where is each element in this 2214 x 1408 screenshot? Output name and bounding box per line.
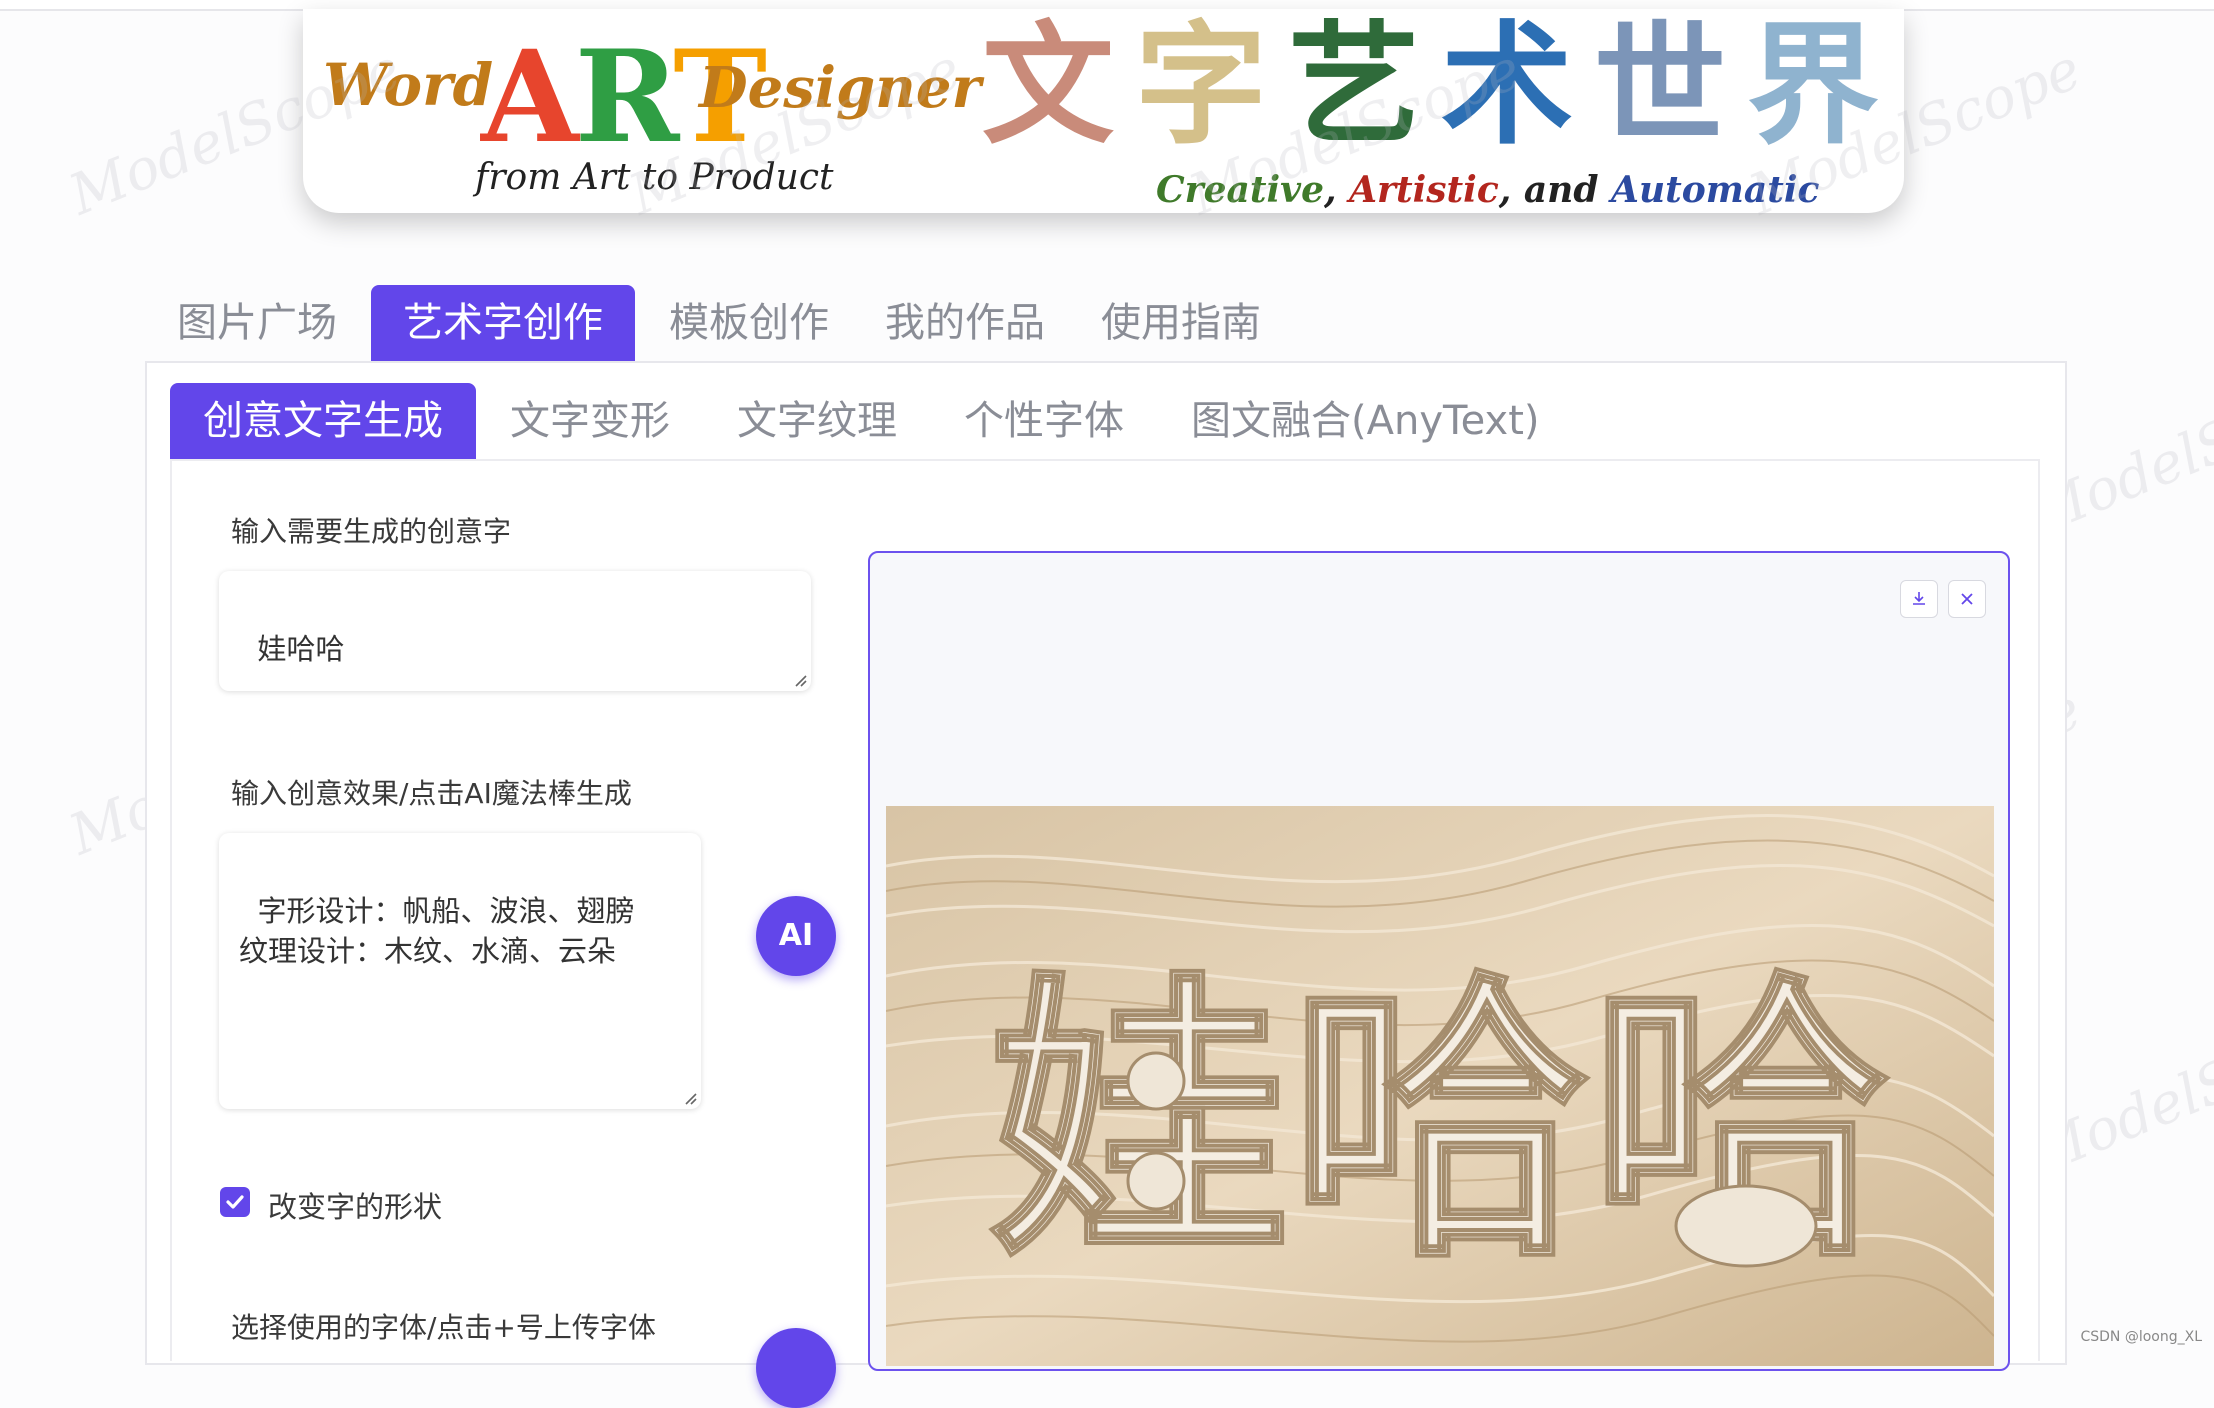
subtab-text-deform[interactable]: 文字变形 xyxy=(477,383,703,459)
app-banner: Word ART Designer from Art to Product 文 … xyxy=(303,9,1904,213)
prompt-input-value: 字形设计：帆船、波浪、翅膀 纹理设计：木纹、水滴、云朵 xyxy=(239,894,635,968)
upload-font-button[interactable] xyxy=(756,1328,836,1408)
text-input[interactable]: 娃哈哈 xyxy=(219,571,811,691)
download-button[interactable] xyxy=(1900,580,1938,618)
slogan-automatic: Automatic xyxy=(1611,169,1820,211)
title-char-2: 字 xyxy=(1135,9,1267,163)
chinese-title: 文 字 艺 术 世 界 xyxy=(978,11,1883,161)
logo-subtitle: from Art to Product xyxy=(475,157,834,198)
logo-art-r: R xyxy=(574,23,677,171)
generated-art-image: 娃哈哈 xyxy=(886,806,1994,1366)
slogan-creative: Creative xyxy=(1156,169,1324,211)
ai-magic-wand-button[interactable]: AI xyxy=(756,896,836,976)
title-char-4: 术 xyxy=(1441,9,1573,163)
slogan-artistic: Artistic xyxy=(1349,169,1499,211)
slogan-sep-2: , and xyxy=(1498,169,1612,211)
subtab-anytext[interactable]: 图文融合(AnyText) xyxy=(1158,383,1573,459)
prompt-input[interactable]: 字形设计：帆船、波浪、翅膀 纹理设计：木纹、水滴、云朵 xyxy=(219,833,701,1109)
tab-gallery[interactable]: 图片广场 xyxy=(155,285,359,361)
subtab-text-texture[interactable]: 文字纹理 xyxy=(704,383,930,459)
font-select-label: 选择使用的字体/点击+号上传字体 xyxy=(231,1311,656,1344)
slogan-sep-1: , xyxy=(1323,169,1350,211)
logo-art-a: A xyxy=(481,23,579,171)
result-image-panel: 娃哈哈 xyxy=(868,551,2010,1371)
check-icon xyxy=(226,1195,244,1209)
logo-word: Word xyxy=(323,51,494,119)
text-input-value: 娃哈哈 xyxy=(257,632,345,666)
sub-tabs: 创意文字生成 文字变形 文字纹理 个性字体 图文融合(AnyText) xyxy=(170,383,1574,459)
main-tabs: 图片广场 艺术字创作 模板创作 我的作品 使用指南 xyxy=(155,285,1295,361)
title-char-3: 艺 xyxy=(1288,9,1420,163)
tab-art-text[interactable]: 艺术字创作 xyxy=(371,285,635,361)
slogan: Creative, Artistic, and Automatic xyxy=(1156,169,1819,211)
tab-guide[interactable]: 使用指南 xyxy=(1079,285,1283,361)
subtab-custom-font[interactable]: 个性字体 xyxy=(931,383,1157,459)
title-char-5: 世 xyxy=(1594,9,1726,163)
art-image-svg: 娃哈哈 xyxy=(886,806,1994,1366)
close-icon xyxy=(1961,593,1973,605)
prompt-input-label: 输入创意效果/点击AI魔法棒生成 xyxy=(231,777,632,810)
change-shape-checkbox[interactable] xyxy=(220,1187,250,1217)
footer-credit: CSDN @loong_XL xyxy=(2080,1329,2202,1345)
change-shape-label: 改变字的形状 xyxy=(268,1190,443,1224)
tab-template[interactable]: 模板创作 xyxy=(647,285,851,361)
text-input-label: 输入需要生成的创意字 xyxy=(231,515,512,548)
close-button[interactable] xyxy=(1948,580,1986,618)
resize-handle-icon[interactable] xyxy=(793,673,807,687)
logo-designer: Designer xyxy=(699,55,981,121)
title-char-1: 文 xyxy=(982,9,1114,163)
subtab-creative-text[interactable]: 创意文字生成 xyxy=(170,383,476,459)
resize-handle-icon[interactable] xyxy=(683,1091,697,1105)
tab-my-works[interactable]: 我的作品 xyxy=(863,285,1067,361)
title-char-6: 界 xyxy=(1747,9,1879,163)
download-icon xyxy=(1913,592,1925,605)
